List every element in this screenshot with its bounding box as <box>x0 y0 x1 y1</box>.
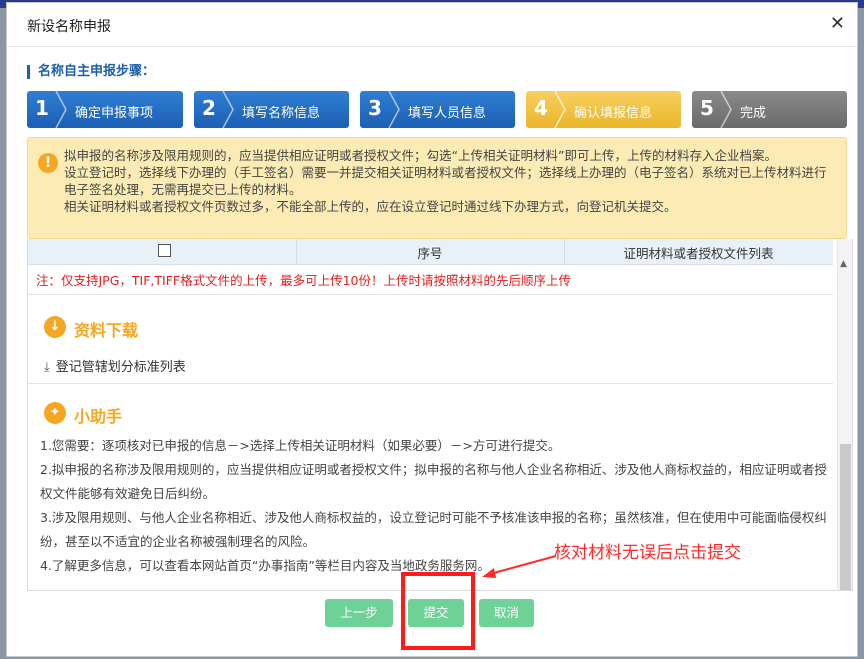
highlight-box <box>401 572 475 650</box>
cancel-button[interactable]: 取消 <box>479 599 534 627</box>
dialog-titlebar: 新设名称申报 ✕ <box>7 3 857 47</box>
dialog-title: 新设名称申报 <box>27 19 111 35</box>
step-number: 3 <box>368 96 382 120</box>
chevron-right-icon <box>720 91 732 128</box>
step-label: 填写人员信息 <box>408 106 487 121</box>
download-circle-icon: ↓ <box>44 316 66 338</box>
close-icon[interactable]: ✕ <box>830 13 845 34</box>
annotation-text: 核对材料无误后点击提交 <box>554 543 741 563</box>
step-3: 3 填写人员信息 <box>360 91 515 128</box>
step-1: 1 确定申报事项 <box>27 91 183 128</box>
step-number: 2 <box>202 96 216 120</box>
notice-text: 拟申报的名称涉及限用规则的，应当提供相应证明或者授权文件；勾选“上传相关证明材料… <box>64 147 834 215</box>
step-label: 确定申报事项 <box>75 106 154 121</box>
steps-label: 名称自主申报步骤： <box>27 65 155 79</box>
helper-item: 1.您需要：逐项核对已申报的信息－>选择上传相关证明材料（如果必要）－>方可进行… <box>40 438 561 453</box>
helper-item: 2.拟申报的名称涉及限用规则的，应当提供相应证明或者授权文件；拟申报的名称与他人… <box>40 462 827 501</box>
step-number: 5 <box>700 96 714 120</box>
prev-step-button[interactable]: 上一步 <box>325 599 393 627</box>
steps-bar: 1 确定申报事项 2 填写名称信息 3 填写人员信息 4 确认填报信息 5 完成 <box>27 91 847 129</box>
helper-section-title: 小助手 <box>74 407 123 426</box>
column-header-files: 证明材料或者授权文件列表 <box>623 246 774 261</box>
step-number: 4 <box>534 96 548 120</box>
notice-line: 相关证明材料或者授权文件页数过多，不能全部上传的，应在设立登记时通过线下办理方式… <box>64 199 677 214</box>
step-number: 1 <box>35 96 49 120</box>
step-label: 确认填报信息 <box>574 106 653 121</box>
step-2: 2 填写名称信息 <box>194 91 349 128</box>
scroll-up-icon[interactable]: ▲ <box>840 259 847 269</box>
notice-box: ! 拟申报的名称涉及限用规则的，应当提供相应证明或者授权文件；勾选“上传相关证明… <box>27 137 847 239</box>
chevron-right-icon <box>554 91 566 128</box>
divider <box>28 294 833 295</box>
lightbulb-icon: ✦ <box>44 402 66 424</box>
notice-line: 拟申报的名称涉及限用规则的，应当提供相应证明或者授权文件；勾选“上传相关证明材料… <box>64 148 777 163</box>
download-link[interactable]: ⤓ 登记管辖划分标准列表 <box>44 356 186 375</box>
upload-note: 注：仅支持JPG，TIF,TIFF格式文件的上传，最多可上传10份！上传时请按照… <box>36 273 572 288</box>
step-5: 5 完成 <box>692 91 847 128</box>
step-label: 完成 <box>740 106 767 121</box>
chevron-right-icon <box>55 91 67 128</box>
column-header-seq: 序号 <box>417 246 443 261</box>
chevron-right-icon <box>222 91 234 128</box>
scrollbar-thumb[interactable] <box>840 444 851 590</box>
divider <box>28 383 833 384</box>
download-link-label: 登记管辖划分标准列表 <box>55 360 186 375</box>
chevron-right-icon <box>388 91 400 128</box>
warning-icon: ! <box>38 153 58 173</box>
step-4: 4 确认填报信息 <box>526 91 681 128</box>
step-label: 填写名称信息 <box>242 106 321 121</box>
select-all-checkbox[interactable] <box>158 244 171 257</box>
notice-line: 设立登记时，选择线下办理的（手工签名）需要一并提交相关证明材料或者授权文件；选择… <box>64 165 827 197</box>
arrow-icon <box>482 555 557 578</box>
vertical-scrollbar[interactable]: ▲ <box>837 239 852 590</box>
download-icon: ⤓ <box>44 360 50 375</box>
download-section-title: 资料下载 <box>74 321 139 340</box>
file-table-header: 序号 证明材料或者授权文件列表 <box>28 239 833 265</box>
